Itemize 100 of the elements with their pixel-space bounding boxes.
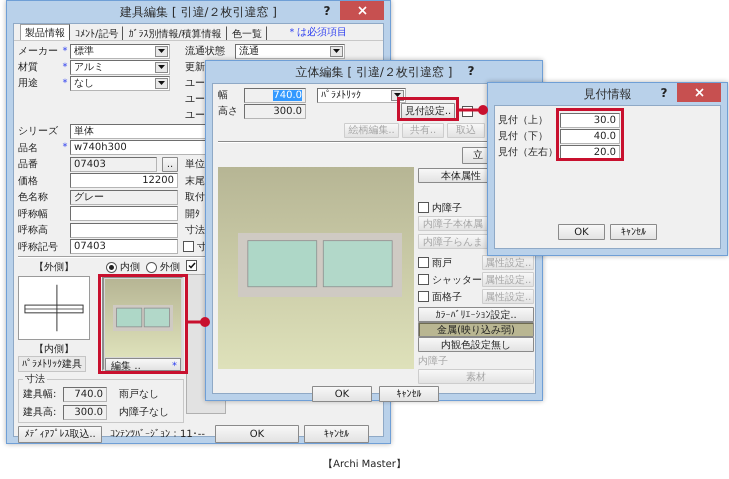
field-label: 見付（上） <box>498 114 548 127</box>
window-title: 立体編集 [ 引違/２枚引違窓 ] <box>296 64 452 80</box>
dialog-button[interactable]: ｷｬﾝｾﾙ <box>610 224 657 240</box>
close-button[interactable] <box>340 1 384 20</box>
text-field[interactable]: 30.0 <box>560 112 620 128</box>
dialog-button[interactable]: ｷｬﾝｾﾙ <box>304 425 369 443</box>
dropdown[interactable]: 流通 <box>235 44 345 58</box>
check-icon <box>188 262 196 269</box>
field-label: 見付（左右） <box>498 146 558 159</box>
text-field[interactable]: 07403 <box>70 239 178 254</box>
dropdown[interactable]: アルミ <box>70 60 170 74</box>
required-mark: * <box>62 62 68 72</box>
checkbox[interactable]: 内障子 <box>418 200 462 214</box>
import-button[interactable]: ﾒﾃﾞｨｱﾌﾟﾚｽ取込.. <box>18 426 102 442</box>
highlight-frame <box>397 97 459 121</box>
text-field[interactable]: 300.0 <box>244 104 306 118</box>
field-label: 単位 <box>185 158 205 172</box>
caret-icon <box>158 65 165 69</box>
option-button[interactable]: ｶﾗｰﾊﾞﾘｴｰｼｮﾝ設定.. <box>418 307 534 322</box>
field-label: 品名 <box>18 142 38 155</box>
text-field[interactable]: 07403 <box>70 156 157 172</box>
field-label: 用途 <box>18 77 38 90</box>
field-label: 呼称幅 <box>18 208 48 221</box>
dialog-button[interactable]: ｷｬﾝｾﾙ <box>379 386 439 402</box>
close-icon <box>358 6 366 15</box>
field-label: 寸法 <box>185 224 205 238</box>
edit-button[interactable]: 編集 .. * <box>105 358 181 371</box>
radio-button[interactable]: 外側 <box>146 260 180 274</box>
required-mark: * <box>62 78 68 88</box>
dialog-button[interactable]: OK <box>312 386 372 402</box>
dropdown[interactable]: ﾊﾟﾗﾒﾄﾘｯｸ <box>317 88 406 102</box>
group-title: 寸法 <box>24 372 46 386</box>
tab[interactable]: 色一覧 <box>226 26 267 40</box>
help-button[interactable]: ? <box>651 83 677 103</box>
window-title: 建具編集 [ 引違/２枚引違窓 ] <box>120 4 277 20</box>
tab[interactable]: 製品情報 <box>20 24 70 40</box>
status-text: 内障子なし <box>119 406 169 419</box>
field-label: 価格 <box>18 174 38 188</box>
text-field[interactable]: 20.0 <box>560 144 620 160</box>
text-field[interactable]: 300.0 <box>63 404 107 420</box>
field-label: 末尾 <box>185 174 205 188</box>
radio-button[interactable]: 内側 <box>106 260 140 274</box>
status-text: 雨戸なし <box>119 388 159 401</box>
tab[interactable]: ｶﾞﾗｽ別情報/積算情報 <box>123 26 227 40</box>
frame-settings-button[interactable]: 見付設定.. <box>401 103 455 119</box>
dropdown[interactable]: なし <box>70 76 170 90</box>
field-label: シリーズ <box>18 125 58 138</box>
browse-button[interactable]: .. <box>162 156 178 172</box>
field-label: ユー <box>185 77 205 90</box>
caret-icon <box>333 49 340 53</box>
field-label: 呼称高 <box>18 224 48 238</box>
field-label: 呼称記号 <box>18 240 58 254</box>
tab[interactable]: ｺﾒﾝﾄ/記号 <box>70 26 124 40</box>
dialog-button[interactable]: OK <box>215 425 299 443</box>
caption: 【Archi Master】 <box>323 458 406 471</box>
required-mark: * <box>62 142 68 154</box>
leader-line <box>188 317 210 327</box>
highlight-frame <box>556 108 624 161</box>
field-label: 建具幅: <box>23 388 56 401</box>
option-button[interactable]: 内観色設定無し <box>418 337 534 352</box>
help-button[interactable]: ? <box>314 1 340 21</box>
required-note: ＊は必須項目 <box>287 26 347 39</box>
help-button[interactable]: ? <box>458 61 484 81</box>
field-label: 開ﾀ <box>185 208 200 221</box>
text-field[interactable]: 12200 <box>70 173 178 188</box>
section-label: 内障子 <box>418 354 448 368</box>
view-label: 【外側】 <box>34 260 74 274</box>
field-label: メーカー <box>18 45 58 58</box>
caret-icon <box>394 93 401 97</box>
field-label: 材質 <box>18 60 38 74</box>
field-label: 取付 <box>185 191 205 204</box>
plan-drawing <box>18 276 90 340</box>
close-icon <box>694 88 704 97</box>
field-label: 流通状態 <box>185 44 225 58</box>
window-title: 見付情報 <box>584 86 632 102</box>
option-button[interactable]: 金属(映り込み弱) <box>418 322 534 337</box>
field-label: 色名称 <box>18 191 48 204</box>
required-mark: * <box>62 46 68 56</box>
text-field[interactable]: グレー <box>70 190 178 205</box>
field-label: ユー <box>185 93 205 106</box>
field-label: 幅 <box>218 89 228 102</box>
caret-icon <box>158 49 165 53</box>
text-field[interactable]: 740.0 <box>63 386 107 402</box>
leader-line <box>459 105 488 115</box>
version-text: ｺﾝﾃﾝﾂﾊﾞｰｼﾞｮﾝ：11･-- <box>110 428 205 440</box>
text-field[interactable]: 40.0 <box>560 128 620 144</box>
text-field[interactable] <box>70 206 178 222</box>
field-label: ユー <box>185 109 205 122</box>
field-label: 高さ <box>218 104 238 118</box>
dropdown[interactable]: 標準 <box>70 44 170 58</box>
type-label: ﾊﾟﾗﾒﾄﾘｯｸ建具 <box>18 356 86 372</box>
field-label: 見付（下） <box>498 130 548 143</box>
field-label: 品番 <box>18 158 38 172</box>
close-button[interactable] <box>677 83 721 102</box>
text-field[interactable] <box>70 222 178 238</box>
field-label: 建具高: <box>23 406 56 419</box>
field-label: 更新 <box>185 60 205 74</box>
dialog-button[interactable]: OK <box>558 224 605 240</box>
view-label: 【内側】 <box>34 342 74 356</box>
caret-icon <box>158 81 165 85</box>
